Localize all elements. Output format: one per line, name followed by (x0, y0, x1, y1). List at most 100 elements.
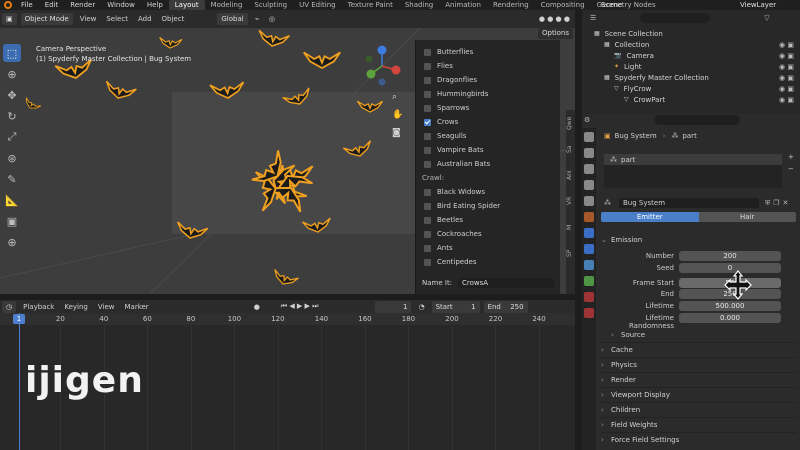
source-panel-header[interactable]: › Source (611, 328, 796, 342)
annotate-tool-icon[interactable]: ✎ (3, 170, 21, 188)
bug-option-item[interactable]: Seagulls (416, 129, 560, 143)
checkbox-icon[interactable] (424, 104, 431, 112)
menu-edit[interactable]: Edit (39, 1, 65, 9)
collapsed-panel-header[interactable]: › Cache (601, 343, 796, 357)
bug-option-item[interactable]: Black Widows (416, 185, 560, 199)
fake-user-shield-icon[interactable]: ⛨ (765, 199, 770, 208)
properties-search-input[interactable] (654, 115, 741, 125)
checkbox-icon[interactable] (424, 160, 431, 168)
checkbox-icon[interactable] (424, 90, 431, 98)
gizmo-x-icon[interactable] (391, 65, 401, 75)
checkbox-icon[interactable] (424, 202, 431, 210)
view-layer-selector[interactable]: ViewLayer (740, 1, 776, 9)
properties-tab-icon[interactable] (584, 276, 594, 286)
remove-particle-system-button[interactable]: − (788, 165, 794, 173)
collapsed-panel-header[interactable]: › Children (601, 403, 796, 417)
snap-icon[interactable]: ⌁ (255, 15, 259, 23)
record-icon[interactable]: ● (254, 303, 260, 311)
visibility-eye-icon[interactable]: ◉ ▣ (779, 96, 794, 104)
outliner-row[interactable]: 📷 Camera ◉ ▣ (582, 50, 800, 61)
properties-tab-icon[interactable] (584, 228, 594, 238)
bug-option-item[interactable]: Hummingbirds (416, 87, 560, 101)
bug-option-item[interactable]: Beetles (416, 213, 560, 227)
checkbox-icon[interactable] (424, 132, 431, 140)
current-frame-field[interactable]: 1 (375, 300, 412, 313)
timeline-menu-playback[interactable]: Playback (23, 303, 54, 311)
outliner-row[interactable]: ▦ Collection ◉ ▣ (582, 39, 800, 50)
playback-controls-icon[interactable]: ⏮ ◀ ▶ ▶ ⏭ (281, 302, 319, 311)
properties-tab-icon[interactable] (584, 196, 594, 206)
playhead-frame-badge[interactable]: 1 (13, 314, 25, 324)
particle-settings-icon[interactable]: ⁂ (604, 199, 611, 207)
menu-render[interactable]: Render (64, 1, 101, 9)
property-field[interactable]: 200 (679, 251, 781, 261)
collapsed-panel-header[interactable]: › Render (601, 373, 796, 387)
collapsed-panel-header[interactable]: › Field Weights (601, 418, 796, 432)
collapsed-panel-header[interactable]: › Force Field Settings (601, 433, 796, 447)
property-field[interactable]: 500.000 (679, 301, 781, 311)
checkbox-icon[interactable] (424, 62, 431, 70)
collapsed-panel-header[interactable]: › Viewport Display (601, 388, 796, 402)
measure-tool-icon[interactable]: 📐 (3, 191, 21, 209)
collapsed-panel-header[interactable]: › Physics (601, 358, 796, 372)
properties-tab-icon[interactable] (584, 164, 594, 174)
extra-tool-icon[interactable]: ⊕ (3, 233, 21, 251)
sidebar-tab[interactable]: Ani (566, 162, 573, 188)
type-hair-button[interactable]: Hair (698, 212, 796, 222)
sidebar-tab[interactable]: Qwe (566, 110, 573, 136)
filter-icon[interactable]: ▽ (764, 14, 769, 22)
properties-tab-icon[interactable] (584, 260, 594, 270)
start-frame-field[interactable]: Start 1 (431, 300, 480, 313)
bug-option-item[interactable]: Cockroaches (416, 227, 560, 241)
properties-tab-icon[interactable] (584, 244, 594, 254)
visibility-eye-icon[interactable]: ◉ ▣ (779, 74, 794, 82)
checkbox-icon[interactable] (424, 48, 431, 56)
blender-logo-icon[interactable] (4, 1, 12, 9)
cursor-tool-icon[interactable]: ⊕ (3, 65, 21, 83)
select-box-tool-icon[interactable]: ⬚ (3, 44, 21, 62)
gizmo-z-icon[interactable] (377, 45, 387, 55)
particle-settings-name[interactable]: Bug System (619, 198, 759, 208)
properties-tab-icon[interactable] (584, 180, 594, 190)
mode-selector[interactable]: Object Mode (20, 13, 73, 25)
viewport-menu-object[interactable]: Object (162, 15, 185, 23)
duplicate-icon[interactable]: ❐ (773, 199, 779, 207)
options-dropdown[interactable]: Options (538, 28, 574, 39)
checkbox-icon[interactable] (424, 146, 431, 154)
move-tool-icon[interactable]: ✥ (3, 86, 21, 104)
bug-option-item[interactable]: Vampire Bats (416, 143, 560, 157)
timeline-menu-marker[interactable]: Marker (124, 303, 148, 311)
particle-system-item[interactable]: ⁂ part (604, 154, 782, 165)
visibility-eye-icon[interactable]: ◉ ▣ (779, 41, 794, 49)
navigation-gizmo[interactable] (362, 44, 404, 88)
emission-panel-header[interactable]: ⌄ Emission (601, 233, 796, 247)
timeline-editor-type-button[interactable]: ◷ (2, 300, 17, 313)
outliner-editor-icon[interactable]: ☰ (590, 14, 596, 22)
viewport-menu-view[interactable]: View (80, 15, 97, 23)
bug-option-item[interactable]: Centipedes (416, 255, 560, 269)
outliner-search-input[interactable] (640, 13, 711, 23)
bug-option-item[interactable]: Flies (416, 59, 560, 73)
bug-option-item[interactable]: Crows (416, 115, 560, 129)
checkbox-icon[interactable] (424, 216, 431, 224)
sidebar-tab[interactable]: SP (566, 240, 573, 266)
properties-tab-icon[interactable] (584, 132, 594, 142)
checkbox-icon[interactable] (424, 230, 431, 238)
outliner-row[interactable]: ▦ Spyderfy Master Collection ◉ ▣ (582, 72, 800, 83)
end-frame-field[interactable]: End 250 (483, 300, 528, 313)
particle-system-list[interactable]: ⁂ part (604, 154, 782, 188)
property-field[interactable]: 0.000 (679, 313, 781, 323)
bug-option-item[interactable]: Australian Bats (416, 157, 560, 171)
properties-tab-icon[interactable] (584, 148, 594, 158)
add-cube-tool-icon[interactable]: ▣ (3, 212, 21, 230)
transform-tool-icon[interactable]: ⊛ (3, 149, 21, 167)
rotate-tool-icon[interactable]: ↻ (3, 107, 21, 125)
type-emitter-button[interactable]: Emitter (601, 212, 699, 222)
workspace-tab-animation[interactable]: Animation (439, 0, 487, 10)
sidebar-tab[interactable]: VR (566, 188, 573, 214)
workspace-tab-layout[interactable]: Layout (168, 0, 205, 10)
add-particle-system-button[interactable]: + (788, 153, 794, 161)
outliner-row[interactable]: ✦ Light ◉ ▣ (582, 61, 800, 72)
workspace-tab-modeling[interactable]: Modeling (205, 0, 249, 10)
checkbox-icon[interactable] (424, 244, 431, 252)
